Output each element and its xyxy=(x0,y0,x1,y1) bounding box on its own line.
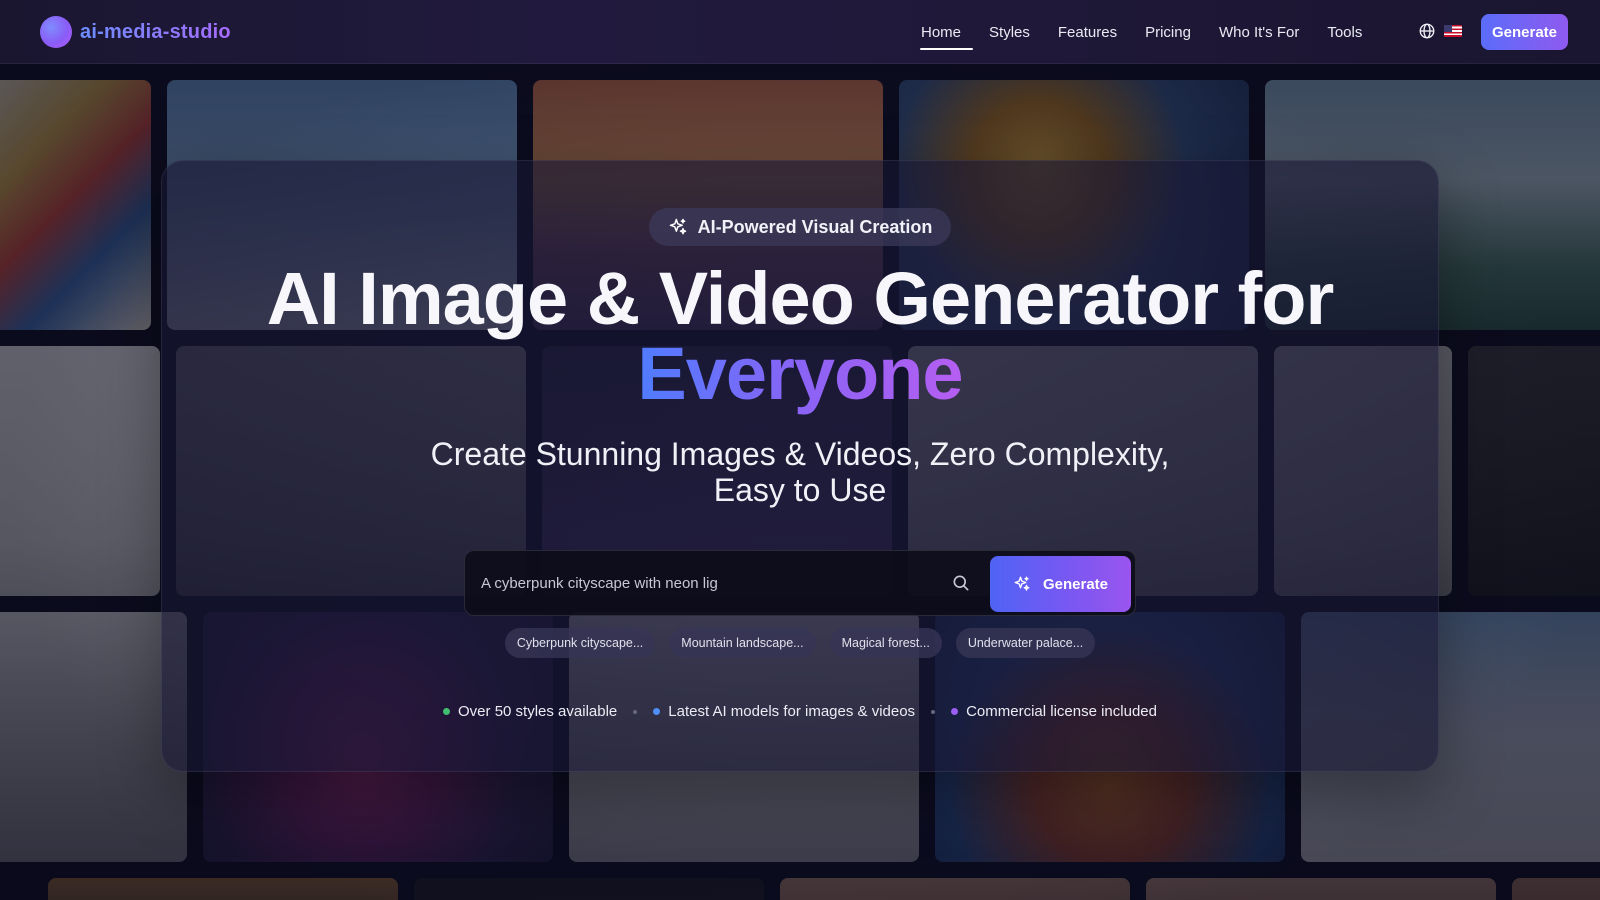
brand[interactable]: ai-media-studio xyxy=(40,16,231,48)
hero-headline-accent: Everyone xyxy=(0,334,1600,414)
brand-name: ai-media-studio xyxy=(80,20,231,43)
search-icon[interactable] xyxy=(951,573,971,593)
nav-link-home[interactable]: Home xyxy=(919,0,974,64)
us-flag-icon[interactable] xyxy=(1444,25,1462,37)
feature-item: Over 50 styles available xyxy=(443,703,617,720)
feature-item: Latest AI models for images & videos xyxy=(653,703,915,720)
hero-subheading: Create Stunning Images & Videos, Zero Co… xyxy=(400,436,1200,508)
feature-item: Commercial license included xyxy=(951,703,1157,720)
suggestion-chip[interactable]: Mountain landscape... xyxy=(669,628,816,658)
nav-link-who-its-for[interactable]: Who It's For xyxy=(1219,0,1299,64)
suggestion-chip[interactable]: Underwater palace... xyxy=(955,628,1096,658)
nav-link-tools[interactable]: Tools xyxy=(1327,0,1362,64)
feature-label: Commercial license included xyxy=(966,703,1157,720)
prompt-input[interactable] xyxy=(481,571,911,595)
feature-label: Over 50 styles available xyxy=(458,703,618,720)
nav-link-styles[interactable]: Styles xyxy=(989,0,1030,64)
hero-subheading-line-2: Easy to Use xyxy=(713,472,887,508)
prompt-generate-button[interactable]: Generate xyxy=(990,556,1131,612)
feature-label: Latest AI models for images & videos xyxy=(668,703,916,720)
status-dot-icon xyxy=(653,708,661,715)
hero-badge-label: AI-Powered Visual Creation xyxy=(697,216,933,237)
feature-highlights: Over 50 styles available Latest AI model… xyxy=(0,703,1600,720)
nav-links: Home Styles Features Pricing Who It's Fo… xyxy=(919,0,1390,64)
separator-dot xyxy=(633,709,638,714)
hero-headline-accent-text: Everyone xyxy=(637,332,963,415)
sparkle-icon xyxy=(1014,576,1030,591)
prompt-search-box: Generate xyxy=(464,550,1136,616)
nav-link-pricing[interactable]: Pricing xyxy=(1145,0,1191,64)
prompt-generate-label: Generate xyxy=(1042,575,1109,593)
suggestion-chip[interactable]: Magical forest... xyxy=(829,628,942,658)
separator-dot xyxy=(931,709,936,714)
status-dot-icon xyxy=(443,708,451,715)
nav-generate-button[interactable]: Generate xyxy=(1481,14,1568,50)
brand-logo-icon xyxy=(40,16,72,48)
prompt-suggestions: Cyberpunk cityscape... Mountain landscap… xyxy=(0,628,1600,658)
suggestion-chip[interactable]: Cyberpunk cityscape... xyxy=(504,628,656,658)
hero-badge: AI-Powered Visual Creation xyxy=(649,208,951,246)
hero-subheading-line-1: Create Stunning Images & Videos, Zero Co… xyxy=(430,436,1170,472)
globe-icon[interactable] xyxy=(1418,22,1436,40)
status-dot-icon xyxy=(951,708,959,715)
nav-link-features[interactable]: Features xyxy=(1058,0,1117,64)
sparkle-icon xyxy=(669,218,686,235)
top-navbar: ai-media-studio Home Styles Features Pri… xyxy=(0,0,1600,64)
hero-headline: AI Image & Video Generator for xyxy=(266,257,1335,340)
